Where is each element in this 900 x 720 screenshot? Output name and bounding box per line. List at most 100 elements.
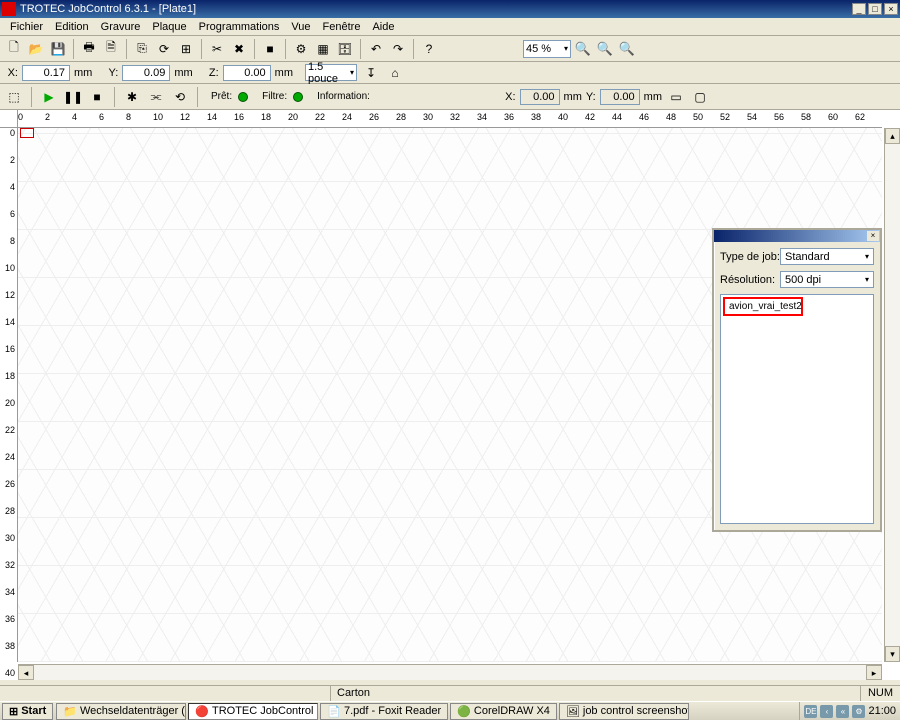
redo-icon[interactable]: ↷ [388,39,408,59]
z-unit: mm [275,67,293,79]
tray-icon[interactable]: ⚙ [852,705,865,718]
ready-label: Prêt: [211,91,232,102]
scroll-right-icon[interactable]: ▸ [866,665,882,680]
ry-field: 0.00 [600,89,640,105]
task-item[interactable]: 📄7.pdf - Foxit Reader [320,703,448,720]
delete-icon[interactable]: ✖ [229,39,249,59]
task-item[interactable]: 🖼job control screenshot_1... [559,703,689,720]
status-num: NUM [860,686,900,701]
menubar: Fichier Edition Gravure Plaque Programma… [0,18,900,36]
y-unit: mm [174,67,192,79]
job-panel-header[interactable]: × [714,230,880,242]
menu-help[interactable]: Aide [366,19,400,35]
preview-icon[interactable]: 🗎 [101,39,121,59]
marker1-icon[interactable]: ▭ [666,87,686,107]
taskbar: ⊞Start 📁Wechseldatenträger (F:) 🔴TROTEC … [0,701,900,720]
origin-marker[interactable] [20,128,34,138]
job-item[interactable]: avion_vrai_test2 [723,297,803,316]
window-title: TROTEC JobControl 6.3.1 - [Plate1] [20,3,196,15]
system-tray: DE ‹ « ⚙ 21:00 [799,702,900,720]
stop-button[interactable]: ■ [87,87,107,107]
stop-icon[interactable]: ■ [260,39,280,59]
z-field[interactable]: 0.00 [223,65,271,81]
jobtype-label: Type de job: [720,251,780,263]
open-icon[interactable]: 📂 [26,39,46,59]
rx-label: X: [505,91,515,103]
minimize-button[interactable]: _ [852,3,866,15]
material-icon[interactable]: ▦ [313,39,333,59]
scroll-down-icon[interactable]: ▾ [885,646,900,662]
step-select[interactable]: 1.5 pouce [305,64,357,81]
rx-field: 0.00 [520,89,560,105]
filter-label: Filtre: [262,91,287,102]
menu-programs[interactable]: Programmations [193,19,286,35]
link-icon[interactable]: ⫘ [146,87,166,107]
zoom-fit-icon[interactable]: 🔍 [617,39,637,59]
cut-icon[interactable]: ✂ [207,39,227,59]
maximize-button[interactable]: □ [868,3,882,15]
menu-view[interactable]: Vue [285,19,316,35]
print-icon[interactable]: 🖶 [79,39,99,59]
connect-icon[interactable]: ✱ [122,87,142,107]
lang-indicator[interactable]: DE [804,705,817,718]
job-panel: × Type de job: Standard Résolution: 500 … [712,228,882,532]
ry-unit: mm [644,91,662,103]
zoom-in-icon[interactable]: 🔍 [573,39,593,59]
x-field[interactable]: 0.17 [22,65,70,81]
start-button[interactable]: ⊞Start [2,703,53,720]
save-icon[interactable]: 💾 [48,39,68,59]
gear-icon[interactable]: ⚙ [291,39,311,59]
undo-icon[interactable]: ↶ [366,39,386,59]
menu-plate[interactable]: Plaque [146,19,192,35]
zoom-select[interactable]: 45 % [523,40,571,58]
app-icon [2,2,16,16]
database-icon[interactable]: 🗄 [335,39,355,59]
main-toolbar: 🗋 📂 💾 🖶 🗎 ⎘ ⟳ ⊞ ✂ ✖ ■ ⚙ ▦ 🗄 ↶ ↷ ? 45 % 🔍… [0,36,900,62]
h-scroll-track[interactable] [34,665,866,680]
pointer-icon[interactable]: ⬚ [4,87,24,107]
task-item[interactable]: 📁Wechseldatenträger (F:) [56,703,186,720]
x-label: X: [4,67,18,79]
y-field[interactable]: 0.09 [122,65,170,81]
rx-unit: mm [564,91,582,103]
resolution-select[interactable]: 500 dpi [780,271,874,288]
play-button[interactable]: ▶ [39,87,59,107]
rotate-icon[interactable]: ⟳ [154,39,174,59]
status-material: Carton [330,686,530,701]
workspace: 0246810121416182022242628303234363840424… [0,110,900,680]
v-scroll-track[interactable] [885,144,900,646]
ruler-horizontal: 0246810121416182022242628303234363840424… [18,110,882,128]
job-panel-close-icon[interactable]: × [867,231,879,241]
job-list[interactable]: avion_vrai_test2 [720,294,874,524]
menu-engrave[interactable]: Gravure [95,19,147,35]
home-icon[interactable]: ⌂ [385,63,405,83]
menu-window[interactable]: Fenêtre [317,19,367,35]
help-icon[interactable]: ? [419,39,439,59]
scroll-left-icon[interactable]: ◂ [18,665,34,680]
resolution-label: Résolution: [720,274,780,286]
x-unit: mm [74,67,92,79]
refresh-icon[interactable]: ⟲ [170,87,190,107]
task-item[interactable]: 🟢CorelDRAW X4 [450,703,557,720]
jobtype-select[interactable]: Standard [780,248,874,265]
tray-icon[interactable]: « [836,705,849,718]
marker2-icon[interactable]: ▢ [690,87,710,107]
tray-icon[interactable]: ‹ [820,705,833,718]
ready-dot [238,92,248,102]
goto-icon[interactable]: ↧ [361,63,381,83]
menu-edit[interactable]: Edition [49,19,95,35]
titlebar: TROTEC JobControl 6.3.1 - [Plate1] _ □ × [0,0,900,18]
task-item[interactable]: 🔴TROTEC JobControl 6.... [188,703,318,720]
scroll-up-icon[interactable]: ▴ [885,128,900,144]
statusbar: Carton NUM [0,685,900,701]
snap-icon[interactable]: ⊞ [176,39,196,59]
zoom-out-icon[interactable]: 🔍 [595,39,615,59]
new-icon[interactable]: 🗋 [4,39,24,59]
pause-button[interactable]: ❚❚ [63,87,83,107]
duplicate-icon[interactable]: ⎘ [132,39,152,59]
close-button[interactable]: × [884,3,898,15]
h-scrollbar[interactable]: ◂ ▸ [18,664,882,680]
clock[interactable]: 21:00 [868,705,896,717]
v-scrollbar[interactable]: ▴ ▾ [884,128,900,662]
menu-file[interactable]: Fichier [4,19,49,35]
